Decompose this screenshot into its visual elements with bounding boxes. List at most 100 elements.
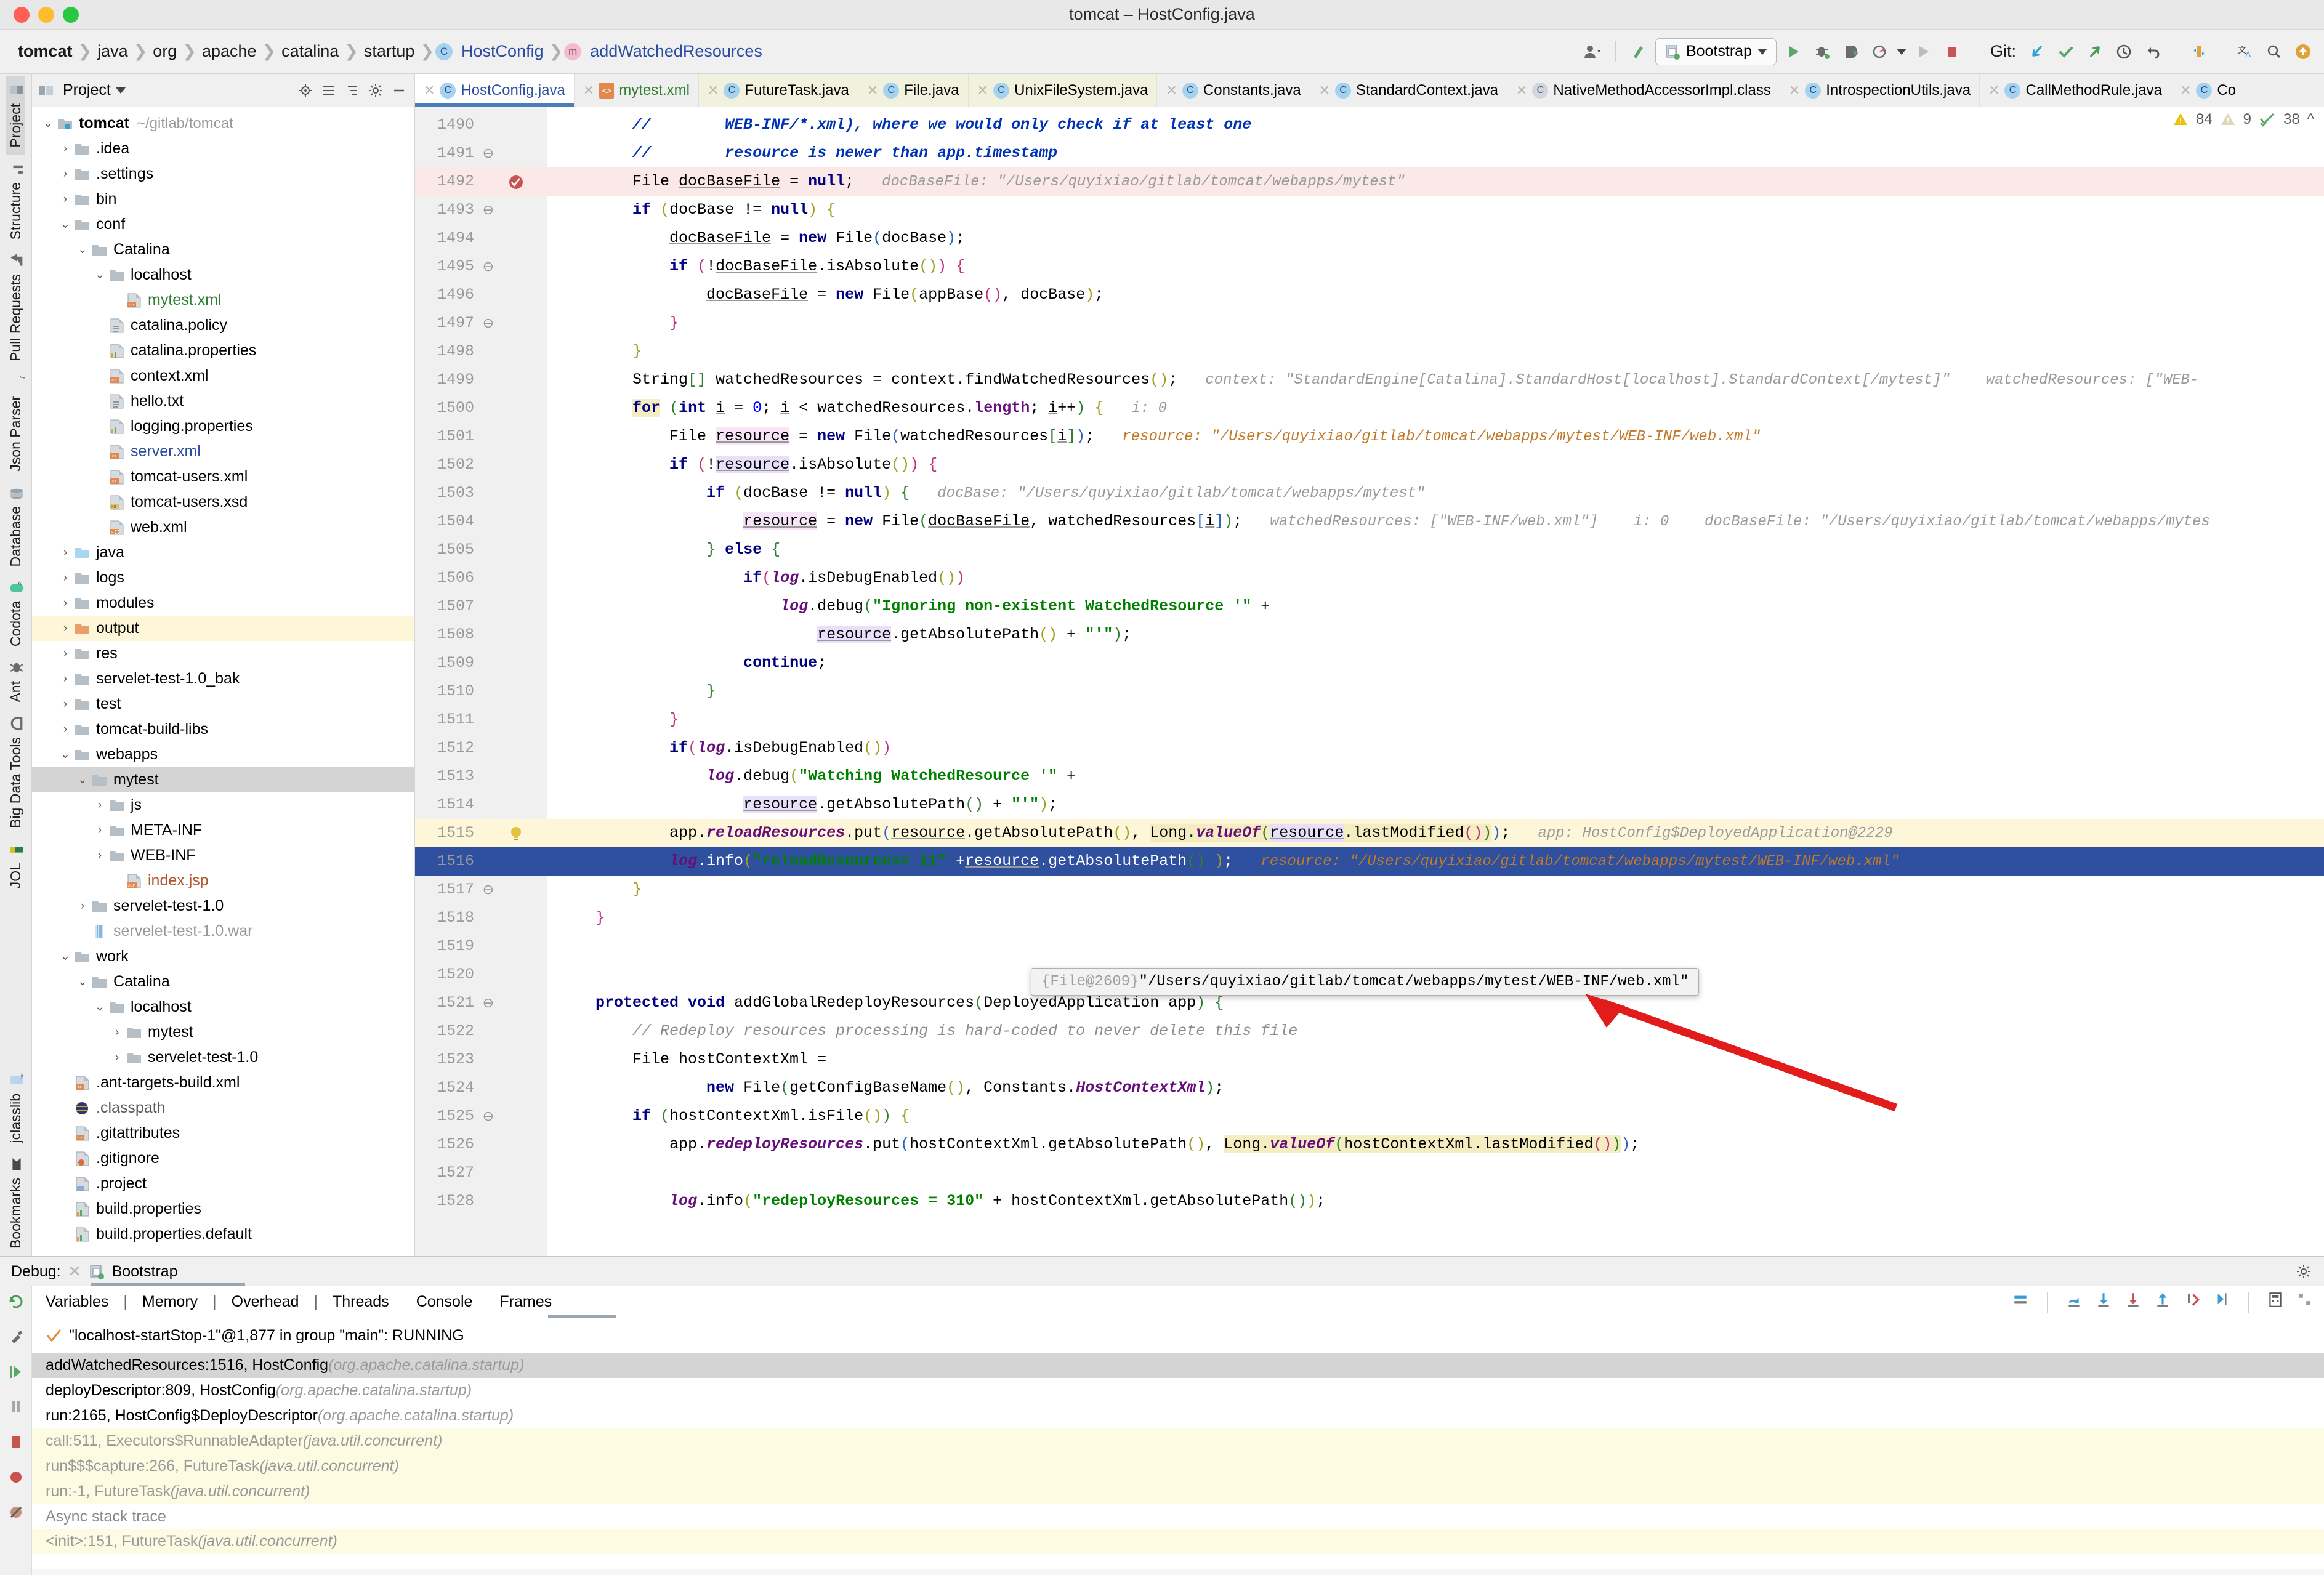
code-line[interactable]: if (hostContextXml.isFile()) { <box>547 1102 910 1130</box>
chevron-right-icon[interactable]: › <box>58 672 73 686</box>
breakpoint-verified-icon[interactable] <box>507 174 525 191</box>
close-tab-icon[interactable]: ✕ <box>583 83 594 99</box>
chevron-right-icon[interactable]: › <box>92 824 107 837</box>
tool-window-button-codota[interactable]: Codota >_ <box>6 574 25 654</box>
editor-tab-file-java[interactable]: ✕ C File.java <box>858 74 969 107</box>
frame-row[interactable]: <init>:151, FutureTask (java.util.concur… <box>32 1529 2324 1554</box>
breadcrumb-item-addwatchedresources[interactable]: m addWatchedResources <box>564 42 767 61</box>
tree-node-logs[interactable]: › logs <box>32 565 414 590</box>
tree-node-idea[interactable]: › .idea <box>32 136 414 161</box>
code-line[interactable]: docBaseFile = new File(appBase(), docBas… <box>547 281 1103 309</box>
tree-node-mytest-xml[interactable]: <> mytest.xml <box>32 288 414 313</box>
breadcrumb-item-org[interactable]: org <box>148 42 181 61</box>
chevron-down-icon[interactable]: ⌄ <box>92 1000 107 1014</box>
mute-breakpoints-icon[interactable] <box>7 1503 25 1526</box>
tree-node-gitattributes[interactable]: <> .gitattributes <box>32 1121 414 1146</box>
code-line[interactable]: } <box>547 706 679 734</box>
close-tab-icon[interactable]: ✕ <box>867 83 878 99</box>
editor-tab-hostconfig-java[interactable]: ✕ C HostConfig.java <box>415 74 575 107</box>
debug-tab-bar[interactable]: Variables | Memory | Overhead | Threads Console… <box>32 1286 2324 1318</box>
inspection-chevron-icon[interactable]: ^ <box>2307 111 2314 128</box>
chevron-down-icon[interactable]: ⌄ <box>75 975 90 989</box>
pause-icon[interactable] <box>7 1398 25 1420</box>
tool-window-button-jol[interactable]: JOL <box>6 836 25 896</box>
chevron-right-icon[interactable]: › <box>110 1026 124 1039</box>
code-line[interactable]: File resource = new File(watchedResource… <box>547 422 1761 451</box>
chevron-down-icon[interactable]: ⌄ <box>58 217 73 232</box>
fold-marker-icon[interactable]: ⊖ <box>483 876 494 904</box>
frames-list[interactable]: addWatchedResources:1516, HostConfig (or… <box>32 1353 2324 1569</box>
tree-node-output[interactable]: › output <box>32 616 414 641</box>
translate-icon[interactable]: 文A <box>2233 39 2257 64</box>
code-line[interactable]: new File(getConfigBaseName(), Constants.… <box>547 1074 1224 1102</box>
step-over-icon[interactable] <box>2065 1291 2083 1313</box>
tree-node-conf[interactable]: ⌄ conf <box>32 212 414 237</box>
thread-status-row[interactable]: "localhost-startStop-1"@1,877 in group "… <box>32 1318 2324 1353</box>
tree-node-build-properties-default[interactable]: build.properties.default <box>32 1222 414 1247</box>
build-icon[interactable] <box>1626 39 1651 64</box>
tree-node-gitignore[interactable]: .gitignore <box>32 1146 414 1171</box>
tree-node-tomcat-users-xml[interactable]: <> tomcat-users.xml <box>32 464 414 489</box>
rerun-debug-icon[interactable] <box>7 1292 25 1315</box>
chevron-right-icon[interactable]: › <box>58 622 73 635</box>
code-line[interactable]: // WEB-INF/*.xml), where we would only c… <box>547 111 1251 139</box>
code-line[interactable]: if (docBase != null) { docBase: "/Users/… <box>547 479 1425 507</box>
tree-node-tomcat[interactable]: ⌄ tomcat ~/gitlab/tomcat <box>32 111 414 136</box>
tree-node-bin[interactable]: › bin <box>32 187 414 212</box>
tree-node-catalina[interactable]: ⌄ Catalina <box>32 237 414 262</box>
chevron-right-icon[interactable]: › <box>75 900 90 913</box>
breadcrumb-item-hostconfig[interactable]: C HostConfig <box>435 42 548 61</box>
close-tab-icon[interactable]: ✕ <box>1516 83 1527 99</box>
tree-node-project[interactable]: .project <box>32 1171 414 1196</box>
tree-node-mytest[interactable]: › mytest <box>32 1020 414 1045</box>
chevron-down-icon[interactable] <box>1757 48 1767 55</box>
git-history-icon[interactable] <box>2112 39 2136 64</box>
fold-marker-icon[interactable]: ⊖ <box>483 139 494 167</box>
editor-tab-co[interactable]: ✕ C Co <box>2171 74 2246 107</box>
editor-tab-constants-java[interactable]: ✕ C Constants.java <box>1157 74 1310 107</box>
code-line[interactable]: if(log.isDebugEnabled()) <box>547 734 891 762</box>
debug-session-name[interactable]: Bootstrap <box>112 1263 178 1281</box>
code-line[interactable]: docBaseFile = new File(docBase); <box>547 224 965 252</box>
code-line[interactable]: log.debug("Watching WatchedResource '" + <box>547 762 1076 791</box>
frame-row[interactable]: run:-1, FutureTask (java.util.concurrent… <box>32 1479 2324 1504</box>
code-line[interactable]: } else { <box>547 536 780 564</box>
editor-tab-introspectionutils-java[interactable]: ✕ C IntrospectionUtils.java <box>1780 74 1980 107</box>
inspection-widget[interactable]: 84 9 38 ^ <box>2163 111 2324 128</box>
profile-icon[interactable] <box>1868 39 1892 64</box>
tool-window-button-database[interactable]: Database <box>6 479 25 574</box>
code-line[interactable]: log.info("redeployResources = 310" + hos… <box>547 1187 1325 1215</box>
tree-node-webapps[interactable]: ⌄ webapps <box>32 742 414 767</box>
chevron-right-icon[interactable]: › <box>58 167 73 181</box>
chevron-right-icon[interactable]: › <box>58 546 73 560</box>
tool-window-button-json-parser[interactable]: Json Parser { } <box>6 369 28 479</box>
code-line[interactable]: // Redeploy resources processing is hard… <box>547 1017 1297 1045</box>
git-push-icon[interactable] <box>2083 39 2107 64</box>
tool-window-button-ant[interactable]: Ant <box>6 654 25 710</box>
tree-node-hello-txt[interactable]: hello.txt <box>32 389 414 414</box>
git-update-icon[interactable] <box>2025 39 2049 64</box>
code-line[interactable]: File docBaseFile = null; docBaseFile: "/… <box>547 167 1405 196</box>
tool-window-button-big-data-tools[interactable]: Big Data Tools <box>6 710 25 836</box>
tree-node-catalina-properties[interactable]: catalina.properties <box>32 338 414 363</box>
code-line[interactable]: if (!docBaseFile.isAbsolute()) { <box>547 252 965 281</box>
editor-tab-mytest-xml[interactable]: ✕ <> mytest.xml <box>575 74 699 107</box>
left-tool-window-strip[interactable]: Project Structure Pull Requests Json Parser… <box>0 74 32 1256</box>
code-line[interactable]: if(log.isDebugEnabled()) <box>547 564 965 592</box>
debug-icon[interactable] <box>1810 39 1834 64</box>
fold-marker-icon[interactable]: ⊖ <box>483 252 494 281</box>
tree-node-index-jsp[interactable]: JSP index.jsp <box>32 868 414 893</box>
tree-node-settings[interactable]: › .settings <box>32 161 414 187</box>
debug-settings-icon[interactable] <box>7 1327 25 1350</box>
code-line[interactable]: // resource is newer than app.timestamp <box>547 139 1057 167</box>
frame-row[interactable]: addWatchedResources:1516, HostConfig (or… <box>32 1353 2324 1378</box>
tool-window-button-jclasslib[interactable]: jclasslib 1001 <box>6 1066 25 1151</box>
frame-row[interactable]: call:511, Executors$RunnableAdapter (jav… <box>32 1428 2324 1454</box>
tree-node-web-xml[interactable]: < web.xml <box>32 515 414 540</box>
project-scope-chevron-icon[interactable] <box>115 87 126 94</box>
tree-node-servelet-test-1-0[interactable]: › servelet-test-1.0 <box>32 1045 414 1070</box>
fold-marker-icon[interactable]: ⊖ <box>483 989 494 1017</box>
resume-icon[interactable] <box>7 1363 25 1385</box>
fold-marker-icon[interactable]: ⊖ <box>483 196 494 224</box>
code-line[interactable]: for (int i = 0; i < watchedResources.len… <box>547 394 1167 422</box>
